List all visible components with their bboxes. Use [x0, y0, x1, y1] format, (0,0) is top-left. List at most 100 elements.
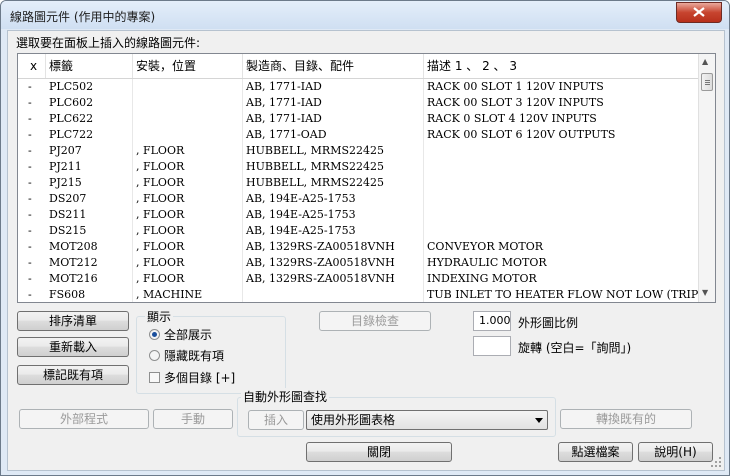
row-manufacturer: HUBBELL, MRMS22425 [243, 175, 424, 191]
pick-file-button[interactable]: 點選檔案 [558, 442, 633, 462]
row-manufacturer [243, 287, 424, 302]
close-window-button[interactable] [676, 2, 722, 23]
rotate-input[interactable] [473, 336, 511, 356]
col-header-description[interactable]: 描述 1 、 2 、 3 [424, 54, 698, 78]
window-title: 線路圖元件 (作用中的專案) [10, 10, 156, 24]
table-row[interactable]: - PLC622 AB, 1771-IAD RACK 0 SLOT 4 120V IN… [18, 111, 698, 127]
external-program-button[interactable]: 外部程式 [19, 409, 149, 429]
row-location: , FLOOR [133, 159, 243, 175]
hide-existing-radio[interactable] [149, 350, 160, 361]
display-group: 顯示 全部展示 隱藏既有項 多個目錄 [+] [136, 308, 286, 394]
catalog-check-button[interactable]: 目錄檢查 [319, 311, 431, 331]
row-manufacturer: AB, 1329RS-ZA00518VNH [243, 271, 424, 287]
table-row[interactable]: - DS215, FLOOR AB, 194E-A25-1753 [18, 223, 698, 239]
row-description [424, 207, 698, 223]
component-list[interactable]: x 標籤 安裝，位置 製造商、目錄、配件 描述 1 、 2 、 3 - PLC50… [17, 53, 716, 303]
col-header-location[interactable]: 安裝，位置 [133, 54, 243, 78]
footprint-lookup-value: 使用外形圖表格 [311, 413, 396, 427]
dialog-body: 選取要在面板上插入的線路圖元件: x 標籤 安裝，位置 製造商、目錄、配件 描述… [7, 30, 725, 471]
reload-button[interactable]: 重新載入 [17, 337, 129, 357]
list-prompt: 選取要在面板上插入的線路圖元件: [16, 36, 201, 50]
table-row[interactable]: - MOT216, FLOOR AB, 1329RS-ZA00518VNH INDEX… [18, 271, 698, 287]
row-description: TUB INLET TO HEATER FLOW NOT LOW (TRIP) [427, 288, 698, 301]
col-header-x[interactable]: x [18, 54, 46, 78]
row-description [424, 223, 698, 239]
sort-list-button[interactable]: 排序清單 [17, 311, 129, 331]
multi-catalog-label[interactable]: 多個目錄 [+] [164, 369, 235, 386]
show-all-label[interactable]: 全部展示 [164, 326, 212, 343]
row-tag: DS215 [46, 223, 133, 239]
row-tag: MOT208 [46, 239, 133, 255]
scroll-down-icon[interactable]: ▼ [702, 288, 708, 297]
row-location [133, 95, 243, 111]
table-row[interactable]: - MOT212, FLOOR AB, 1329RS-ZA00518VNH HYDRA… [18, 255, 698, 271]
table-row[interactable]: - PLC602 AB, 1771-IAD RACK 00 SLOT 3 120V I… [18, 95, 698, 111]
table-row[interactable]: - PJ215, FLOOR HUBBELL, MRMS22425 [18, 175, 698, 191]
footprint-lookup-combo[interactable]: 使用外形圖表格 [306, 410, 548, 430]
row-location [133, 127, 243, 143]
row-tag: PJ215 [46, 175, 133, 191]
row-location: , FLOOR [133, 143, 243, 159]
row-manufacturer: AB, 194E-A25-1753 [243, 191, 424, 207]
row-location: , FLOOR [133, 255, 243, 271]
list-header: x 標籤 安裝，位置 製造商、目錄、配件 描述 1 、 2 、 3 [18, 54, 698, 79]
row-tag: PJ207 [46, 143, 133, 159]
help-button[interactable]: 說明(H) [638, 442, 713, 462]
row-description: HYDRAULIC MOTOR [427, 256, 547, 269]
scale-input[interactable]: 1.000 [473, 311, 511, 331]
col-header-tag[interactable]: 標籤 [46, 54, 133, 78]
row-tag: MOT212 [46, 255, 133, 271]
hide-existing-label[interactable]: 隱藏既有項 [164, 347, 224, 364]
row-tag: PLC722 [46, 127, 133, 143]
row-manufacturer: AB, 1771-IAD [243, 95, 424, 111]
row-manufacturer: AB, 194E-A25-1753 [243, 207, 424, 223]
row-location: , FLOOR [133, 207, 243, 223]
table-row[interactable]: - PJ211, FLOOR HUBBELL, MRMS22425 [18, 159, 698, 175]
convert-existing-button[interactable]: 轉換既有的 [560, 409, 692, 429]
row-manufacturer: HUBBELL, MRMS22425 [243, 143, 424, 159]
scroll-up-icon[interactable]: ▲ [702, 57, 708, 66]
mark-existing-button[interactable]: 標記既有項 [17, 365, 129, 385]
table-row[interactable]: - FS608, MACHINE TUB INLET TO HEATER FLOW … [18, 287, 698, 302]
row-tag: DS211 [46, 207, 133, 223]
table-row[interactable]: - PLC502 AB, 1771-IAD RACK 00 SLOT 1 120V I… [18, 79, 698, 95]
resize-grip-icon[interactable] [710, 456, 722, 468]
chevron-down-icon [535, 418, 543, 423]
table-row[interactable]: - PLC722 AB, 1771-OAD RACK 00 SLOT 6 120V O… [18, 127, 698, 143]
row-manufacturer: AB, 1771-OAD [243, 127, 424, 143]
row-tag: FS608 [46, 287, 133, 302]
row-tag: PLC602 [46, 95, 133, 111]
row-location [133, 79, 243, 95]
title-bar[interactable]: 線路圖元件 (作用中的專案) [1, 1, 729, 29]
table-row[interactable]: - DS207, FLOOR AB, 194E-A25-1753 [18, 191, 698, 207]
table-row[interactable]: - MOT208, FLOOR AB, 1329RS-ZA00518VNH CONVE… [18, 239, 698, 255]
show-all-radio[interactable] [149, 329, 160, 340]
row-tag: PJ211 [46, 159, 133, 175]
multi-catalog-checkbox[interactable] [149, 372, 160, 383]
insert-button[interactable]: 插入 [248, 410, 304, 430]
row-description [424, 159, 698, 175]
row-description [424, 191, 698, 207]
close-button[interactable]: 關閉 [306, 442, 452, 462]
row-description: INDEXING MOTOR [427, 272, 537, 285]
close-icon [693, 7, 705, 17]
manual-button[interactable]: 手動 [153, 409, 233, 429]
row-manufacturer: AB, 194E-A25-1753 [243, 223, 424, 239]
row-description: RACK 00 SLOT 1 120V INPUTS [427, 80, 604, 93]
table-row[interactable]: - DS211, FLOOR AB, 194E-A25-1753 [18, 207, 698, 223]
rotate-label: 旋轉 (空白=「詢問」) [518, 341, 632, 355]
row-description [424, 175, 698, 191]
col-header-manufacturer[interactable]: 製造商、目錄、配件 [243, 54, 424, 78]
vertical-scrollbar[interactable]: ▲ ▼ [698, 54, 715, 302]
row-location: , FLOOR [133, 239, 243, 255]
row-location [133, 111, 243, 127]
row-location: , FLOOR [133, 191, 243, 207]
row-location: , FLOOR [133, 223, 243, 239]
row-description: RACK 00 SLOT 6 120V OUTPUTS [427, 128, 616, 141]
row-description [424, 143, 698, 159]
table-row[interactable]: - PJ207, FLOOR HUBBELL, MRMS22425 [18, 143, 698, 159]
row-description: RACK 00 SLOT 3 120V INPUTS [427, 96, 604, 109]
row-tag: DS207 [46, 191, 133, 207]
scroll-thumb[interactable] [701, 73, 713, 91]
row-tag: PLC502 [46, 79, 133, 95]
